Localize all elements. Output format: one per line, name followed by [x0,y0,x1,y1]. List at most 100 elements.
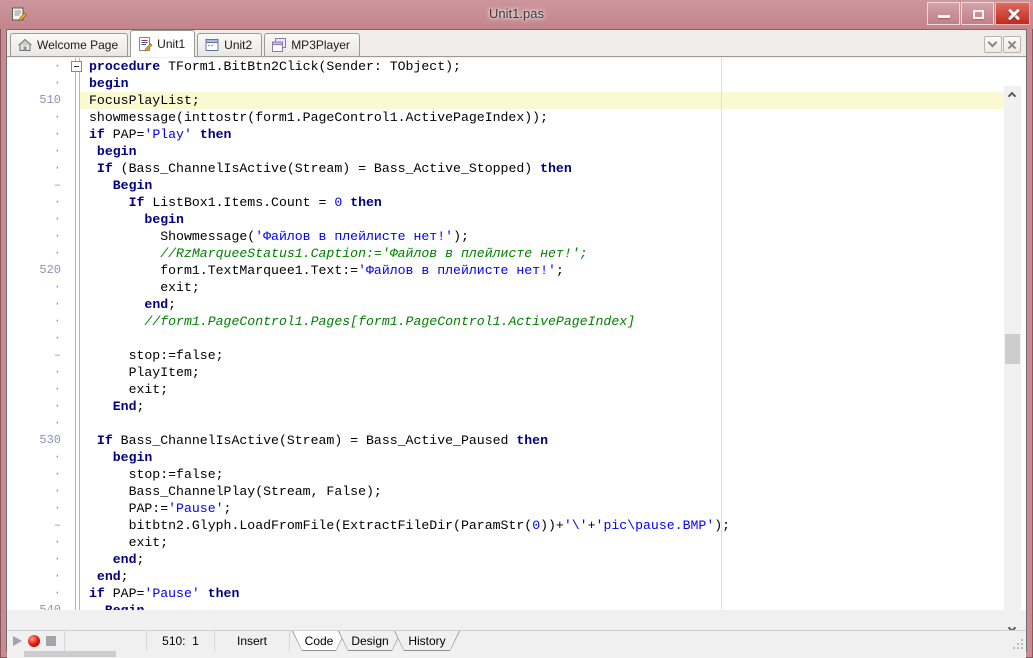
line-text[interactable]: Begin [80,602,1004,610]
line-text[interactable] [80,415,1004,432]
tab-unit2[interactable]: Unit2 [197,33,262,56]
line-text[interactable]: procedure TForm1.BitBtn2Click(Sender: TO… [80,58,1004,75]
code-line[interactable]: · Showmessage('Файлов в плейлисте нет!')… [7,228,1004,245]
line-text[interactable]: If ListBox1.Items.Count = 0 then [80,194,1004,211]
gutter-mark[interactable]: · [7,381,76,398]
gutter-mark[interactable]: · [7,228,76,245]
line-text[interactable]: stop:=false; [80,466,1004,483]
code-line[interactable]: ·procedure TForm1.BitBtn2Click(Sender: T… [7,58,1004,75]
resize-grip[interactable] [1013,639,1023,649]
tab-welcome-page[interactable]: Welcome Page [10,33,128,56]
line-number[interactable]: 520 [7,262,76,279]
line-text[interactable] [80,330,1004,347]
line-text[interactable]: stop:=false; [80,347,1004,364]
gutter-mark[interactable]: · [7,211,76,228]
code-line[interactable]: · [7,330,1004,347]
current-line[interactable]: FocusPlayList; [80,92,1004,109]
code-line[interactable]: · PlayItem; [7,364,1004,381]
gutter-mark[interactable]: · [7,279,76,296]
line-text[interactable]: form1.TextMarquee1.Text:='Файлов в плейл… [80,262,1004,279]
line-text[interactable]: //RzMarqueeStatus1.Caption:='Файлов в пл… [80,245,1004,262]
code-line[interactable]: ·begin [7,75,1004,92]
gutter-mark[interactable]: · [7,398,76,415]
line-text[interactable]: Bass_ChannelPlay(Stream, False); [80,483,1004,500]
code-line[interactable]: 510FocusPlayList; [7,92,1004,109]
close-icon[interactable] [995,2,1030,25]
code-line[interactable]: · begin [7,449,1004,466]
play-icon[interactable] [13,636,22,646]
line-text[interactable]: End; [80,398,1004,415]
gutter-mark[interactable]: – [7,517,76,534]
line-text[interactable]: PlayItem; [80,364,1004,381]
line-text[interactable]: end; [80,296,1004,313]
gutter-mark[interactable]: · [7,466,76,483]
view-tab-design[interactable]: Design [338,631,402,651]
gutter-mark[interactable]: – [7,347,76,364]
line-number[interactable]: 510 [7,92,76,109]
gutter-mark[interactable]: · [7,585,76,602]
gutter-mark[interactable]: · [7,364,76,381]
code-line[interactable]: · begin [7,211,1004,228]
gutter-mark[interactable]: · [7,109,76,126]
gutter-mark[interactable]: · [7,58,76,75]
code-line[interactable]: · //form1.PageControl1.Pages[form1.PageC… [7,313,1004,330]
line-text[interactable]: begin [80,143,1004,160]
line-text[interactable]: end; [80,568,1004,585]
code-line[interactable]: – bitbtn2.Glyph.LoadFromFile(ExtractFile… [7,517,1004,534]
line-text[interactable]: begin [80,211,1004,228]
gutter-mark[interactable]: · [7,568,76,585]
record-icon[interactable] [28,635,40,647]
code-line[interactable]: ·showmessage(inttostr(form1.PageControl1… [7,109,1004,126]
chevron-down-icon[interactable] [984,36,1002,53]
gutter-mark[interactable]: · [7,534,76,551]
code-line[interactable]: · stop:=false; [7,466,1004,483]
line-text[interactable]: If (Bass_ChannelIsActive(Stream) = Bass_… [80,160,1004,177]
code-line[interactable]: – Begin [7,177,1004,194]
code-line[interactable]: 530 If Bass_ChannelIsActive(Stream) = Ba… [7,432,1004,449]
gutter-mark[interactable]: · [7,449,76,466]
gutter-mark[interactable]: · [7,296,76,313]
code-line[interactable]: 540 Begin [7,602,1004,610]
tab-unit1[interactable]: Unit1 [130,30,195,57]
gutter-mark[interactable]: · [7,160,76,177]
code-line[interactable]: · end; [7,551,1004,568]
line-number[interactable]: 540 [7,602,76,610]
code-editor[interactable]: ·procedure TForm1.BitBtn2Click(Sender: T… [7,58,1026,610]
gutter-mark[interactable]: · [7,330,76,347]
line-text[interactable]: if PAP='Play' then [80,126,1004,143]
code-line[interactable]: · PAP:='Pause'; [7,500,1004,517]
code-line[interactable]: · exit; [7,534,1004,551]
line-text[interactable]: exit; [80,381,1004,398]
code-line[interactable]: · End; [7,398,1004,415]
code-line[interactable]: · exit; [7,381,1004,398]
code-rows[interactable]: ·procedure TForm1.BitBtn2Click(Sender: T… [7,58,1004,610]
gutter-mark[interactable]: · [7,194,76,211]
code-line[interactable]: ·if PAP='Pause' then [7,585,1004,602]
line-text[interactable]: //form1.PageControl1.Pages[form1.PageCon… [80,313,1004,330]
code-line[interactable]: ·if PAP='Play' then [7,126,1004,143]
scroll-up-icon[interactable] [1004,86,1021,103]
line-text[interactable]: Showmessage('Файлов в плейлисте нет!'); [80,228,1004,245]
code-line[interactable]: · If (Bass_ChannelIsActive(Stream) = Bas… [7,160,1004,177]
code-line[interactable]: · end; [7,296,1004,313]
code-fold-icon[interactable] [71,61,82,72]
line-text[interactable]: begin [80,449,1004,466]
line-text[interactable]: exit; [80,534,1004,551]
gutter-mark[interactable]: · [7,75,76,92]
code-line[interactable]: – stop:=false; [7,347,1004,364]
code-line[interactable]: · If ListBox1.Items.Count = 0 then [7,194,1004,211]
code-line[interactable]: · exit; [7,279,1004,296]
line-text[interactable]: PAP:='Pause'; [80,500,1004,517]
gutter-mark[interactable]: · [7,126,76,143]
maximize-icon[interactable] [961,2,994,25]
line-text[interactable]: exit; [80,279,1004,296]
gutter-mark[interactable]: · [7,500,76,517]
code-line[interactable]: 520 form1.TextMarquee1.Text:='Файлов в п… [7,262,1004,279]
tab-mp3player[interactable]: MP3Player [264,33,360,56]
line-text[interactable]: begin [80,75,1004,92]
view-tab-history[interactable]: History [394,631,460,651]
gutter-mark[interactable]: · [7,313,76,330]
minimize-icon[interactable] [927,2,960,25]
line-text[interactable]: end; [80,551,1004,568]
code-line[interactable]: · [7,415,1004,432]
